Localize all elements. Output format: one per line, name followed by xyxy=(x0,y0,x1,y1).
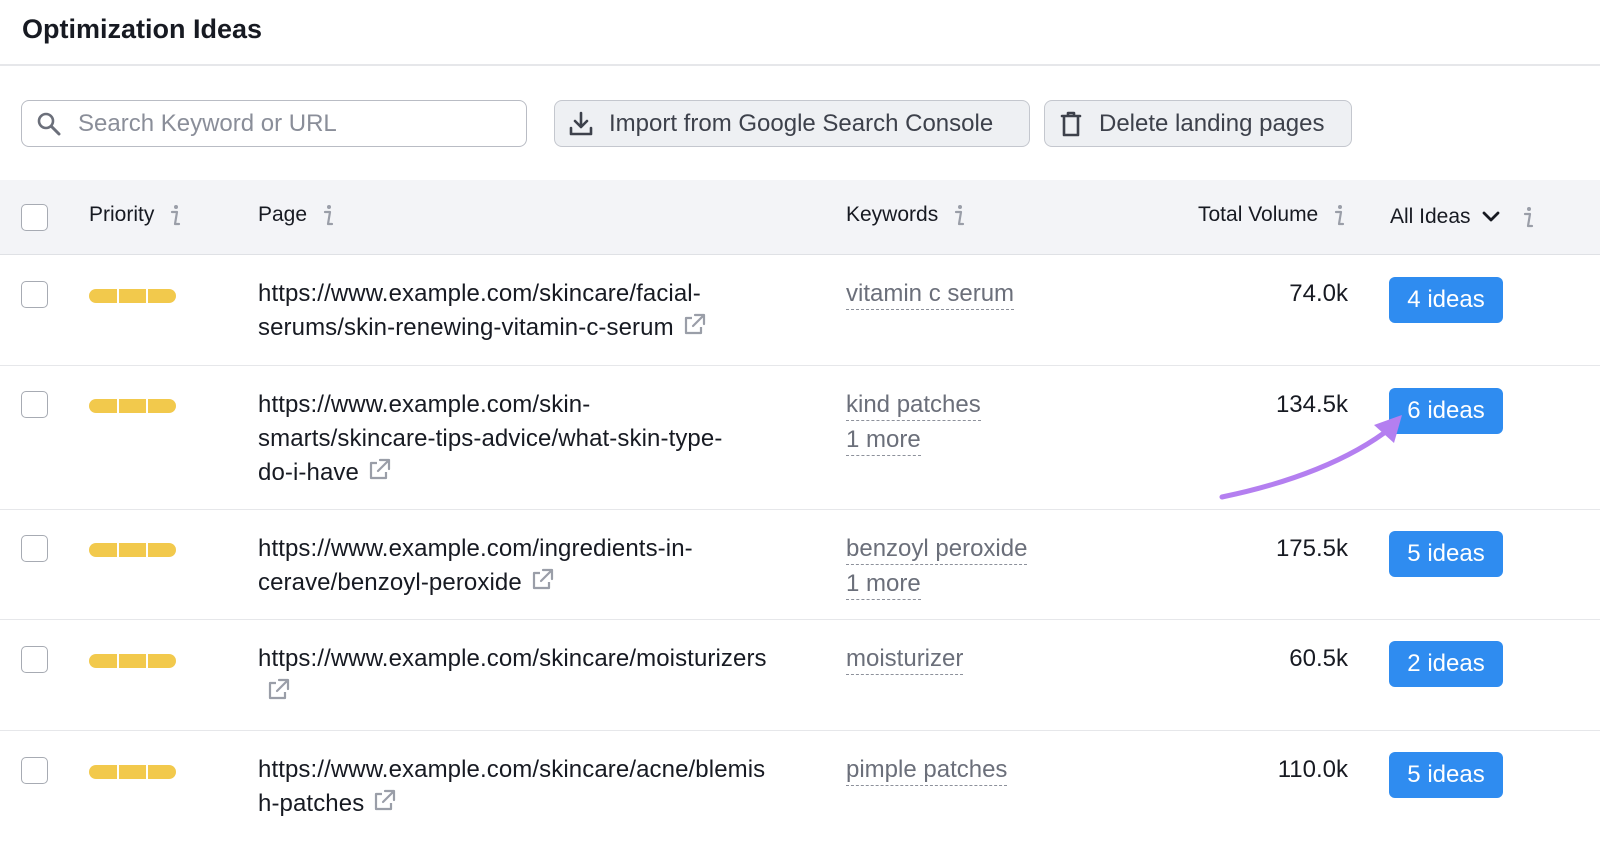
page-url[interactable]: https://www.example.com/ingredients-in- … xyxy=(258,532,818,600)
total-volume: 74.0k xyxy=(1289,280,1348,307)
priority-indicator xyxy=(89,399,177,413)
row-checkbox[interactable] xyxy=(21,281,48,308)
external-link-icon[interactable] xyxy=(367,458,391,482)
column-label: Page xyxy=(258,203,308,226)
column-header-page[interactable]: Page xyxy=(258,203,335,227)
info-icon[interactable] xyxy=(1521,206,1535,228)
keywords-cell: kind patches 1 more xyxy=(846,390,981,460)
table-row: https://www.example.com/skincare/acne/bl… xyxy=(0,731,1600,855)
page-url[interactable]: https://www.example.com/skincare/facial-… xyxy=(258,277,818,345)
import-gsc-label: Import from Google Search Console xyxy=(609,109,994,137)
keyword-link[interactable]: moisturizer xyxy=(846,644,964,675)
column-label: Priority xyxy=(89,203,155,226)
select-all-checkbox[interactable] xyxy=(21,204,48,231)
page-url-line: https://www.example.com/skincare/acne/bl… xyxy=(258,756,766,783)
external-link-icon[interactable] xyxy=(372,789,396,813)
keyword-link[interactable]: pimple patches xyxy=(846,755,1008,786)
ideas-button[interactable]: 5 ideas xyxy=(1389,752,1503,798)
page-url-line: https://www.example.com/skincare/moistur… xyxy=(258,645,767,672)
keywords-cell: moisturizer xyxy=(846,644,964,679)
toolbar: Import from Google Search Console Delete… xyxy=(0,100,1600,148)
page-url-line: https://www.example.com/ingredients-in- xyxy=(258,535,693,562)
column-header-priority[interactable]: Priority xyxy=(89,203,182,227)
row-checkbox[interactable] xyxy=(21,391,48,418)
page-url-line: smarts/skincare-tips-advice/what-skin-ty… xyxy=(258,425,723,452)
external-link-icon[interactable] xyxy=(682,313,706,337)
priority-indicator xyxy=(89,654,177,668)
keywords-cell: vitamin c serum xyxy=(846,279,1015,314)
total-volume: 110.0k xyxy=(1277,756,1348,783)
info-icon[interactable] xyxy=(1332,204,1346,226)
priority-indicator xyxy=(89,289,177,303)
total-volume: 60.5k xyxy=(1289,645,1348,672)
table-row: https://www.example.com/ingredients-in- … xyxy=(0,510,1600,620)
more-keywords-link[interactable]: 1 more xyxy=(846,425,921,456)
ideas-button[interactable]: 4 ideas xyxy=(1389,277,1503,323)
keyword-link[interactable]: vitamin c serum xyxy=(846,279,1015,310)
delete-landing-pages-button[interactable]: Delete landing pages xyxy=(1044,100,1352,147)
search-box[interactable] xyxy=(21,100,527,147)
annotation-arrow-icon xyxy=(1219,415,1402,500)
title-bar: Optimization Ideas xyxy=(0,0,1600,66)
keywords-cell: pimple patches xyxy=(846,755,1008,790)
keywords-cell: benzoyl peroxide 1 more xyxy=(846,534,1028,604)
import-gsc-button[interactable]: Import from Google Search Console xyxy=(554,100,1030,147)
info-icon[interactable] xyxy=(321,204,335,226)
page-url-line: do-i-have xyxy=(258,459,359,486)
external-link-icon[interactable] xyxy=(266,678,290,702)
search-input[interactable] xyxy=(78,107,518,141)
page-url[interactable]: https://www.example.com/skincare/acne/bl… xyxy=(258,753,818,821)
page-url-line: https://www.example.com/skincare/facial- xyxy=(258,280,701,307)
delete-landing-pages-label: Delete landing pages xyxy=(1099,109,1325,137)
page-url-line: serums/skin-renewing-vitamin-c-serum xyxy=(258,314,674,341)
keyword-link[interactable]: kind patches xyxy=(846,390,981,421)
keyword-link[interactable]: benzoyl peroxide xyxy=(846,534,1028,565)
ideas-filter-label: All Ideas xyxy=(1390,205,1471,228)
external-link-icon[interactable] xyxy=(530,568,554,592)
search-icon xyxy=(37,112,61,136)
page-url[interactable]: https://www.example.com/skin- smarts/ski… xyxy=(258,388,818,490)
page-title: Optimization Ideas xyxy=(22,14,263,44)
column-header-keywords[interactable]: Keywords xyxy=(846,203,966,227)
row-checkbox[interactable] xyxy=(21,646,48,673)
column-label: Keywords xyxy=(846,203,939,226)
ideas-button[interactable]: 2 ideas xyxy=(1389,641,1503,687)
info-icon[interactable] xyxy=(952,204,966,226)
page-url[interactable]: https://www.example.com/skincare/moistur… xyxy=(258,642,818,710)
chevron-down-icon xyxy=(1482,211,1499,222)
column-header-total-volume[interactable]: Total Volume xyxy=(1198,203,1346,227)
more-keywords-link[interactable]: 1 more xyxy=(846,569,921,600)
page-url-line: h-patches xyxy=(258,790,365,817)
table-row: https://www.example.com/skincare/facial-… xyxy=(0,255,1600,366)
ideas-filter-dropdown[interactable]: All Ideas xyxy=(1390,205,1535,229)
info-icon[interactable] xyxy=(168,204,182,226)
priority-indicator xyxy=(89,765,177,779)
ideas-button[interactable]: 5 ideas xyxy=(1389,531,1503,577)
download-icon xyxy=(569,111,593,135)
table-header: Priority Page Keywords Total Volume All … xyxy=(0,180,1600,255)
table-row: https://www.example.com/skincare/moistur… xyxy=(0,620,1600,731)
row-checkbox[interactable] xyxy=(21,535,48,562)
page-url-line: https://www.example.com/skin- xyxy=(258,391,591,418)
page-url-line: cerave/benzoyl-peroxide xyxy=(258,569,522,596)
total-volume: 175.5k xyxy=(1275,535,1348,562)
priority-indicator xyxy=(89,543,177,557)
row-checkbox[interactable] xyxy=(21,757,48,784)
column-label: Total Volume xyxy=(1198,203,1319,226)
trash-icon xyxy=(1060,111,1082,136)
